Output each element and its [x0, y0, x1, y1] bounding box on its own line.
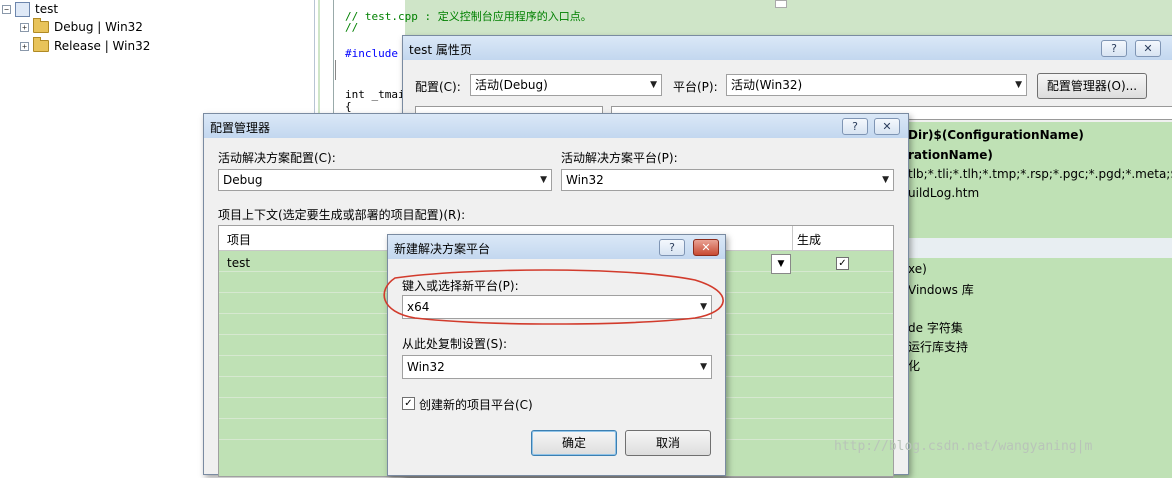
- build-checkbox[interactable]: ✓: [836, 257, 849, 270]
- property-value: uildLog.htm: [908, 186, 980, 200]
- solution-config-label: 活动解决方案配置(C):: [218, 151, 336, 165]
- config-manager-titlebar: 配置管理器 ? ✕: [204, 114, 908, 138]
- window-title: test 属性页: [409, 43, 472, 57]
- solution-config-select[interactable]: Debug ▼: [218, 169, 552, 191]
- collapse-icon[interactable]: −: [2, 4, 11, 14]
- close-button[interactable]: ✕: [693, 239, 719, 256]
- dialog-title: 新建解决方案平台: [394, 242, 491, 256]
- property-value: tlb;*.tli;*.tlh;*.tmp;*.rsp;*.pgc;*.pgd;…: [908, 167, 1172, 181]
- outline-marker: [335, 60, 344, 80]
- code-line: int _tmai: [345, 88, 405, 101]
- column-header-project[interactable]: 项目: [227, 231, 251, 248]
- help-button[interactable]: ?: [842, 118, 868, 135]
- property-value: xe): [908, 262, 927, 276]
- copy-from-value: Win32: [407, 360, 445, 374]
- property-value: rationName): [908, 148, 993, 162]
- code-line: //: [345, 21, 359, 34]
- window-title: 配置管理器: [210, 121, 271, 135]
- config-select-value: 活动(Debug): [475, 78, 548, 92]
- tree-item-label: Release | Win32: [54, 39, 151, 53]
- code-line: #include: [345, 47, 398, 60]
- config-manager-button[interactable]: 配置管理器(O)...: [1037, 73, 1147, 99]
- solution-platform-select[interactable]: Win32 ▼: [561, 169, 894, 191]
- property-value: de 字符集: [908, 321, 963, 335]
- property-group-header: [893, 238, 1172, 258]
- property-value: 化: [908, 359, 921, 373]
- tree-root-label: test: [35, 2, 59, 16]
- dropdown-arrow-icon: ▼: [700, 362, 707, 372]
- copy-from-label: 从此处复制设置(S):: [402, 337, 508, 351]
- config-label: 配置(C):: [415, 80, 461, 94]
- close-button[interactable]: ✕: [874, 118, 900, 135]
- close-button[interactable]: ✕: [1135, 40, 1161, 57]
- annotation-ellipse: [383, 269, 724, 325]
- code-line: // test.cpp : 定义控制台应用程序的入口点。: [345, 10, 592, 23]
- platform-label: 平台(P):: [673, 80, 718, 94]
- ok-button[interactable]: 确定: [531, 430, 617, 456]
- config-select[interactable]: 活动(Debug) ▼: [470, 74, 662, 96]
- tree-item-release[interactable]: + Release | Win32: [20, 37, 150, 55]
- property-value: Vindows 库: [908, 283, 974, 297]
- expand-icon[interactable]: +: [20, 41, 29, 51]
- copy-from-select[interactable]: Win32 ▼: [402, 355, 712, 379]
- expand-icon[interactable]: +: [20, 22, 29, 32]
- solution-platform-label: 活动解决方案平台(P):: [561, 151, 678, 165]
- folder-icon: [33, 18, 49, 33]
- project-context-label: 项目上下文(选定要生成或部署的项目配置)(R):: [218, 208, 466, 222]
- tree-item-debug[interactable]: + Debug | Win32: [20, 18, 143, 36]
- platform-select-value: 活动(Win32): [731, 78, 803, 92]
- property-pages-titlebar: test 属性页 ? ✕: [403, 36, 1172, 60]
- column-header-build[interactable]: 生成: [797, 231, 821, 248]
- row-dropdown-icon[interactable]: ▼: [771, 254, 791, 274]
- tree-root[interactable]: − test: [2, 0, 58, 18]
- help-button[interactable]: ?: [659, 239, 685, 256]
- solution-config-value: Debug: [223, 173, 263, 187]
- dropdown-arrow-icon: ▼: [540, 175, 547, 185]
- scroll-button[interactable]: [775, 0, 787, 8]
- property-value: 运行库支持: [908, 340, 969, 354]
- solution-platform-value: Win32: [566, 173, 604, 187]
- folder-icon: [33, 37, 49, 52]
- tree-item-label: Debug | Win32: [54, 20, 143, 34]
- dropdown-arrow-icon: ▼: [1015, 80, 1022, 90]
- watermark: http://blog.csdn.net/wangyaning|m: [834, 439, 1093, 454]
- create-project-platforms-label[interactable]: 创建新的项目平台(C): [419, 396, 533, 413]
- code-line: {: [345, 100, 352, 113]
- dropdown-arrow-icon: ▼: [882, 175, 889, 185]
- platform-select[interactable]: 活动(Win32) ▼: [726, 74, 1027, 96]
- dropdown-arrow-icon: ▼: [650, 80, 657, 90]
- new-platform-titlebar: 新建解决方案平台 ? ✕: [388, 235, 725, 259]
- property-value: Dir)$(ConfigurationName): [908, 128, 1084, 142]
- create-project-platforms-checkbox[interactable]: ✓: [402, 397, 415, 410]
- grid-cell-project: test: [227, 256, 251, 270]
- project-icon: [15, 1, 30, 17]
- help-button[interactable]: ?: [1101, 40, 1127, 57]
- cancel-button[interactable]: 取消: [625, 430, 711, 456]
